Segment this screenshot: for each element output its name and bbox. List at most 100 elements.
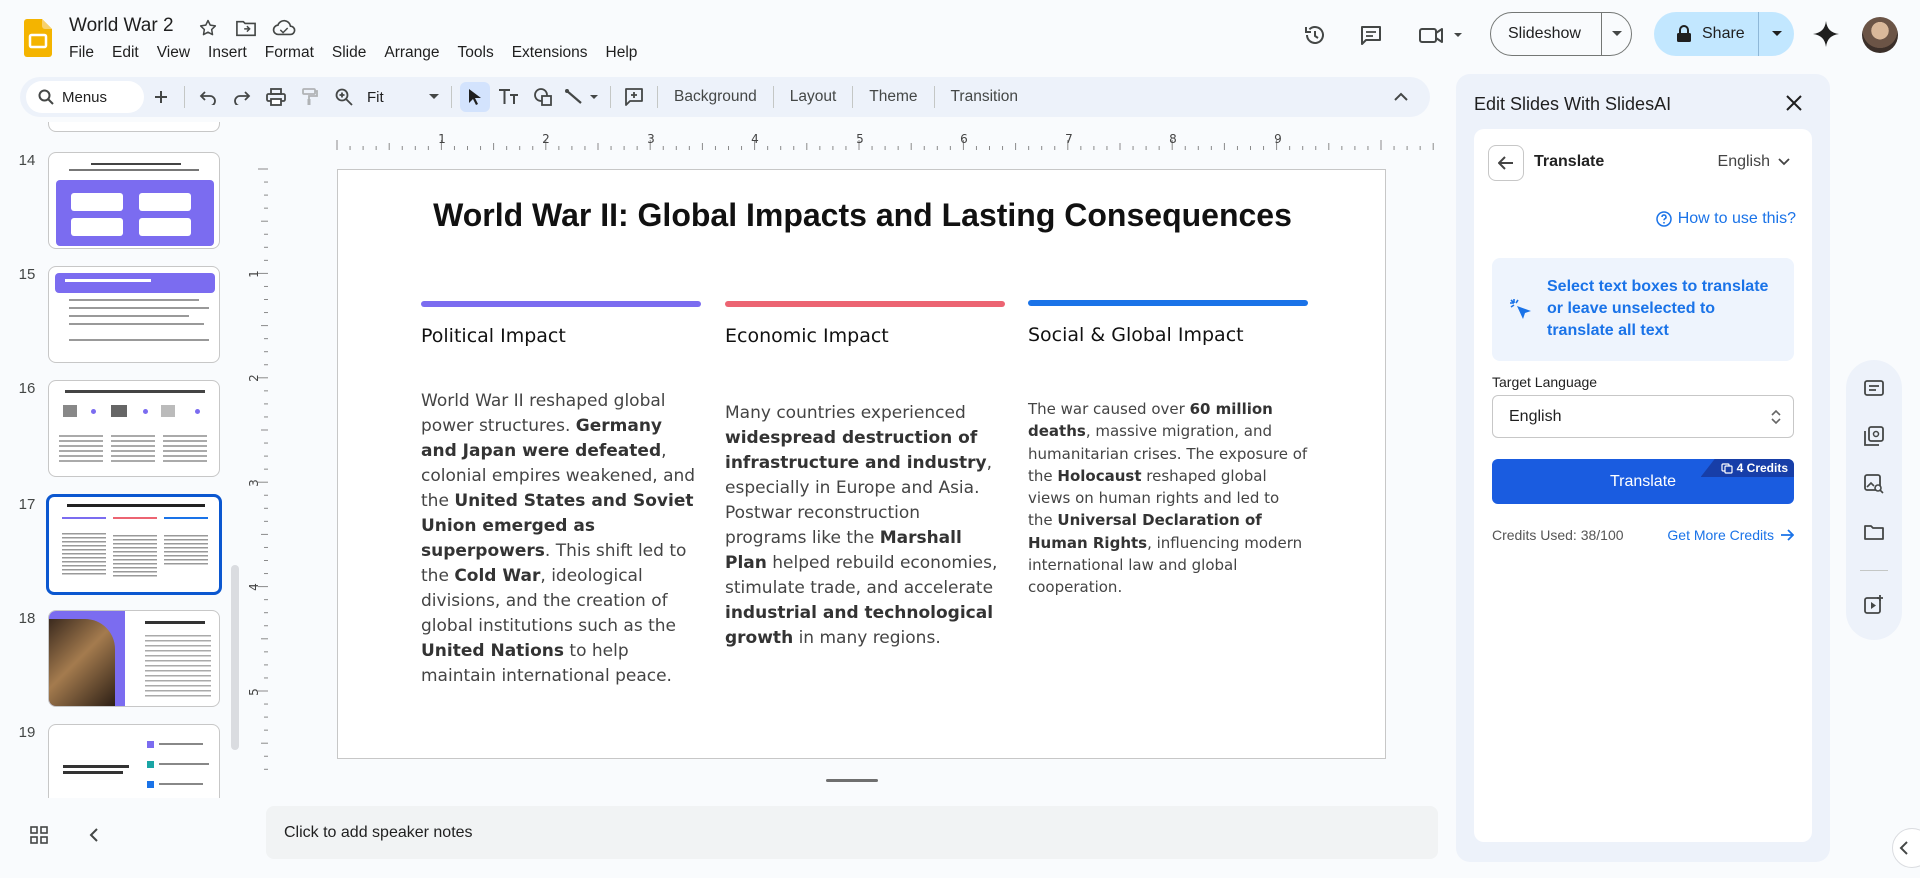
column-heading: Political Impact: [421, 325, 566, 347]
slide-filmstrip: 14 15 16 17 18 19: [0, 122, 236, 798]
add-video-icon[interactable]: [1862, 592, 1886, 616]
slides-logo-icon[interactable]: [24, 19, 52, 57]
slide-thumbnail-19[interactable]: [48, 724, 220, 798]
menu-tools[interactable]: Tools: [449, 42, 503, 64]
comments-icon[interactable]: [1358, 22, 1384, 48]
move-to-folder-icon[interactable]: [234, 16, 258, 40]
print-icon[interactable]: [261, 82, 291, 112]
close-icon[interactable]: [1785, 94, 1803, 117]
menu-arrange[interactable]: Arrange: [375, 42, 448, 64]
target-language-select[interactable]: English: [1492, 395, 1794, 438]
paint-format-icon[interactable]: [295, 82, 325, 112]
menu-view[interactable]: View: [148, 42, 199, 64]
document-title[interactable]: World War 2: [69, 15, 174, 37]
image-search-icon[interactable]: [1862, 472, 1886, 496]
slideshow-button[interactable]: Slideshow: [1490, 12, 1632, 56]
copy-slides-icon[interactable]: [1862, 424, 1886, 448]
ruler-label: 3: [248, 479, 261, 487]
expand-side-panel-button[interactable]: [1892, 828, 1920, 868]
user-avatar[interactable]: [1862, 17, 1898, 53]
ruler-label: 3: [647, 132, 655, 146]
cloud-saved-icon[interactable]: [272, 16, 296, 40]
menu-help[interactable]: Help: [597, 42, 647, 64]
slide-thumbnail-16[interactable]: [48, 380, 220, 477]
ruler-label: 1: [248, 270, 261, 278]
add-comment-icon[interactable]: [619, 82, 649, 112]
ruler-label: 8: [1169, 132, 1177, 146]
ruler-label: 6: [960, 132, 968, 146]
share-label: Share: [1702, 25, 1745, 42]
ruler-label: 9: [1274, 132, 1282, 146]
zoom-icon[interactable]: [329, 82, 359, 112]
language-dropdown[interactable]: English: [1718, 153, 1790, 171]
menu-insert[interactable]: Insert: [199, 42, 256, 64]
grid-view-icon[interactable]: [30, 826, 48, 849]
menu-edit[interactable]: Edit: [103, 42, 148, 64]
filmstrip-scrollbar[interactable]: [231, 565, 239, 750]
chevron-left-icon: [1899, 841, 1908, 855]
folder-icon[interactable]: [1862, 520, 1886, 544]
menu-format[interactable]: Format: [256, 42, 323, 64]
back-button[interactable]: [1488, 145, 1524, 181]
background-button[interactable]: Background: [664, 88, 767, 106]
share-button[interactable]: Share: [1654, 12, 1794, 56]
line-tool-icon[interactable]: [562, 82, 602, 112]
chevron-down-icon: [1778, 158, 1790, 166]
arrow-right-icon: [1781, 529, 1794, 541]
arrow-left-icon: [1498, 156, 1513, 170]
column-political[interactable]: Political Impact World War II reshaped g…: [421, 301, 701, 689]
how-to-use-link[interactable]: How to use this?: [1474, 210, 1812, 228]
speaker-notes[interactable]: Click to add speaker notes: [266, 806, 1438, 859]
get-more-credits-link[interactable]: Get More Credits: [1667, 527, 1794, 543]
slideshow-dropdown-icon[interactable]: [1602, 30, 1631, 38]
zoom-value: Fit: [367, 88, 384, 106]
top-bar: World War 2 File Edit View Insert Format…: [0, 0, 1920, 72]
menus-search[interactable]: Menus: [26, 81, 144, 113]
slide-number: 19: [18, 724, 36, 741]
column-social-global[interactable]: Social & Global Impact The war caused ov…: [1028, 300, 1308, 599]
undo-icon[interactable]: [193, 82, 223, 112]
slide-number: 14: [18, 152, 36, 169]
menu-file[interactable]: File: [60, 42, 103, 64]
collapse-filmstrip-icon[interactable]: [88, 826, 100, 849]
notes-resize-handle[interactable]: [826, 779, 878, 782]
meet-camera-icon[interactable]: [1418, 22, 1468, 48]
slide-thumbnail-14[interactable]: [48, 152, 220, 249]
menu-slide[interactable]: Slide: [323, 42, 375, 64]
slide-thumbnail-18[interactable]: [48, 610, 220, 707]
slide-thumbnail-17-selected[interactable]: [46, 494, 222, 595]
menu-bar: File Edit View Insert Format Slide Arran…: [60, 42, 646, 64]
share-dropdown-icon[interactable]: [1759, 30, 1794, 38]
slide-title[interactable]: World War II: Global Impacts and Lasting…: [338, 197, 1387, 234]
credits-used: Credits Used: 38/100: [1492, 527, 1624, 543]
slides-addon-icon[interactable]: [1862, 376, 1886, 400]
translate-button[interactable]: Translate 4 Credits: [1492, 459, 1794, 504]
theme-button[interactable]: Theme: [859, 88, 927, 106]
ruler-label: 7: [1065, 132, 1073, 146]
shape-icon[interactable]: [528, 82, 558, 112]
text-box-icon[interactable]: [494, 82, 524, 112]
select-cursor-icon[interactable]: [460, 82, 490, 112]
credits-badge-text: 4 Credits: [1736, 461, 1788, 475]
transition-button[interactable]: Transition: [941, 88, 1028, 106]
collapse-toolbar-icon[interactable]: [1386, 82, 1416, 112]
filmstrip-row-16: 16: [0, 380, 236, 480]
zoom-select[interactable]: Fit: [361, 89, 445, 106]
slide-canvas[interactable]: World War II: Global Impacts and Lasting…: [337, 169, 1386, 759]
horizontal-ruler: 1 2 3 4 5 6 7 8 9: [336, 132, 1434, 150]
star-icon[interactable]: [196, 16, 220, 40]
layout-button[interactable]: Layout: [780, 88, 847, 106]
redo-icon[interactable]: [227, 82, 257, 112]
new-slide-plus-icon[interactable]: [146, 82, 176, 112]
slide-thumbnail-13[interactable]: [48, 122, 220, 132]
menu-extensions[interactable]: Extensions: [503, 42, 597, 64]
column-body: The war caused over 60 million deaths, m…: [1028, 400, 1308, 597]
search-icon: [38, 89, 54, 105]
gemini-sparkle-icon[interactable]: [1812, 20, 1840, 48]
filmstrip-row-17: 17: [0, 494, 236, 596]
slide-thumbnail-15[interactable]: [48, 266, 220, 363]
column-economic[interactable]: Economic Impact Many countries experienc…: [725, 301, 1005, 651]
version-history-icon[interactable]: [1302, 22, 1328, 48]
ruler-label: 5: [856, 132, 864, 146]
slide-number: 18: [18, 610, 36, 627]
